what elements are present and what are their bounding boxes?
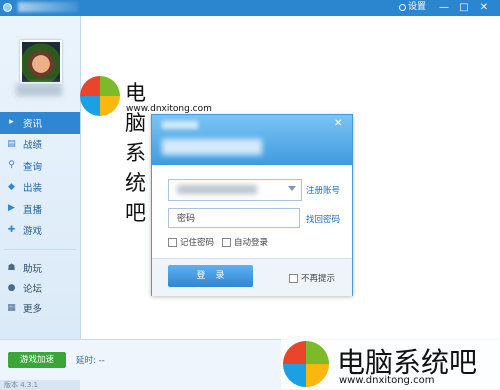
logo-quadrant [80, 96, 100, 116]
dialog-title-blurred [162, 121, 198, 129]
remember-password-checkbox[interactable]: 记住密码 [168, 236, 214, 248]
close-button[interactable]: ✕ [478, 1, 490, 14]
settings-button[interactable]: 设置 [399, 2, 426, 13]
divider [4, 249, 76, 250]
windows-logo-icon [283, 341, 329, 387]
checkbox-box [168, 237, 177, 247]
logo-quadrant [306, 364, 329, 387]
game-boost-button[interactable]: 游戏加速 [8, 352, 66, 368]
sidebar-item-label: 游戏 [23, 226, 43, 238]
gear-icon [399, 4, 406, 11]
dialog-close-button[interactable]: ✕ [334, 118, 342, 129]
grid-icon: ▦ [7, 302, 16, 313]
sidebar-item-live[interactable]: ▶ 直播 [0, 198, 80, 220]
watermark-bottom: 电脑系统吧 www.dnxitong.com [281, 339, 500, 389]
sidebar-item-news[interactable]: ▸ 资讯 [0, 112, 80, 134]
logo-quadrant [100, 76, 120, 96]
info-icon: ▸ [9, 117, 14, 128]
sidebar-item-label: 助玩 [23, 264, 43, 275]
sidebar-item-label: 查询 [23, 161, 43, 173]
window-controls: — □ ✕ [438, 1, 490, 14]
forgot-password-link[interactable]: 找回密码 [306, 213, 340, 225]
logo-quadrant [283, 341, 306, 364]
checkbox-box [289, 273, 298, 283]
checkbox-box [222, 237, 231, 247]
sidebar-item-more[interactable]: ▦ 更多 [0, 298, 80, 318]
username-blurred [16, 84, 62, 96]
register-link[interactable]: 注册账号 [306, 184, 340, 196]
account-combobox[interactable] [168, 179, 302, 201]
chevron-down-icon[interactable] [288, 186, 296, 191]
title-bar: 设置 — □ ✕ [0, 0, 500, 16]
sidebar-item-helper[interactable]: ☗ 助玩 [0, 258, 80, 278]
checkbox-label: 自动登录 [234, 238, 269, 248]
minimize-button[interactable]: — [438, 1, 450, 14]
login-button[interactable]: 登录 [168, 265, 253, 287]
sidebar-item-label: 出装 [23, 183, 43, 195]
sidebar-item-forum[interactable]: ● 论坛 [0, 278, 80, 298]
maximize-button[interactable]: □ [458, 1, 470, 14]
app-icon [3, 3, 12, 12]
play-icon: ▶ [8, 203, 15, 214]
helper-icon: ☗ [7, 262, 16, 273]
account-value-blurred [177, 185, 257, 194]
dialog-brand-blurred [162, 139, 262, 155]
no-prompt-checkbox[interactable]: 不再提示 [289, 272, 335, 284]
watermark-url: www.dnxitong.com [339, 375, 435, 386]
window-title-blurred [18, 2, 78, 12]
sidebar-item-label: 直播 [23, 204, 43, 216]
forum-icon: ● [7, 282, 16, 293]
equipment-icon: ◆ [8, 181, 15, 192]
windows-logo-icon [80, 76, 120, 116]
sidebar: ▸ 资讯 ▤ 战绩 ⚲ 查询 ◆ 出装 ▶ 直播 ✚ 游戏 ☗ 助玩 ● 论坛 … [0, 16, 81, 339]
sidebar-item-label: 论坛 [23, 284, 43, 295]
login-dialog: ✕ 注册账号 密码 找回密码 记住密码 自动登录 登录 不再提示 [151, 114, 353, 296]
sidebar-item-label: 资讯 [23, 118, 43, 130]
sidebar-item-games[interactable]: ✚ 游戏 [0, 220, 80, 242]
sidebar-item-label: 战绩 [23, 140, 43, 152]
sidebar-item-equipment[interactable]: ◆ 出装 [0, 177, 80, 199]
logo-quadrant [80, 76, 100, 96]
gamepad-icon: ✚ [7, 224, 16, 235]
checkbox-label: 不再提示 [301, 274, 336, 284]
sidebar-item-search[interactable]: ⚲ 查询 [0, 155, 80, 177]
dialog-header: ✕ [152, 115, 352, 165]
auto-login-checkbox[interactable]: 自动登录 [222, 236, 268, 248]
avatar[interactable] [20, 40, 62, 84]
watermark-url: www.dnxitong.com [126, 104, 212, 114]
logo-quadrant [283, 364, 306, 387]
sidebar-nav: ▸ 资讯 ▤ 战绩 ⚲ 查询 ◆ 出装 ▶ 直播 ✚ 游戏 ☗ 助玩 ● 论坛 … [0, 112, 80, 318]
sidebar-item-record[interactable]: ▤ 战绩 [0, 134, 80, 156]
settings-label: 设置 [408, 2, 427, 12]
checkbox-label: 记住密码 [180, 238, 215, 248]
watermark-title: 电脑系统吧 [125, 81, 146, 225]
sidebar-item-label: 更多 [23, 304, 43, 315]
logo-quadrant [306, 341, 329, 364]
latency-label: 延时: -- [76, 356, 105, 366]
search-icon: ⚲ [8, 160, 15, 171]
password-field[interactable]: 密码 [168, 208, 300, 228]
logo-quadrant [100, 96, 120, 116]
record-icon: ▤ [7, 138, 16, 149]
dialog-footer: 登录 不再提示 [152, 258, 352, 296]
